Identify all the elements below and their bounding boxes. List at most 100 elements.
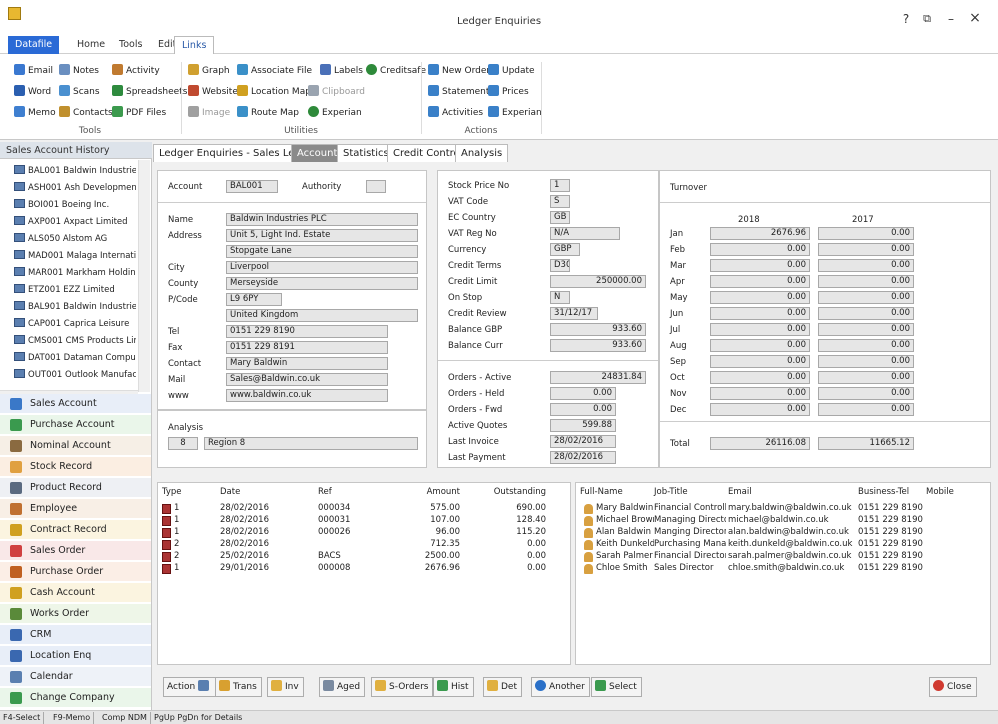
tree-item[interactable]: BAL901 Baldwin Industries - (14, 298, 136, 316)
new-order-button[interactable]: New Order (428, 63, 490, 79)
tree-item[interactable]: CMS001 CMS Products Limite (14, 332, 136, 350)
prices-button[interactable]: Prices (488, 84, 529, 100)
tree-item[interactable]: CAP001 Caprica Leisure (14, 315, 136, 333)
inv-button[interactable]: Inv (267, 677, 304, 697)
tree-vertical-scrollbar[interactable] (138, 160, 150, 392)
location-map-button[interactable]: Location Map (237, 84, 311, 100)
tab-analysis[interactable]: Analysis (455, 144, 509, 162)
nav-item[interactable]: Stock Record (0, 457, 151, 477)
table-row[interactable]: 1 28/02/2016 000026 96.00 115.20 (158, 527, 570, 539)
turnover-value-2018[interactable]: 0.00 (710, 355, 810, 368)
trans-button[interactable]: Trans (215, 677, 262, 697)
turnover-total1[interactable]: 26116.08 (710, 437, 810, 450)
financial-value[interactable]: D30 (550, 259, 570, 272)
restore-icon[interactable]: ⧉ (918, 12, 936, 26)
nav-item[interactable]: Change Company (0, 688, 151, 708)
table-row[interactable]: 2 25/02/2016 BACS 2500.00 0.00 (158, 551, 570, 563)
nav-item[interactable]: CRM (0, 625, 151, 645)
table-row[interactable]: Michael Brown Managing Director michael@ba… (576, 515, 990, 527)
financial-value[interactable]: S (550, 195, 570, 208)
financial-value[interactable]: 31/12/17 (550, 307, 598, 320)
turnover-value-2017[interactable]: 0.00 (818, 291, 914, 304)
table-row[interactable]: 1 28/02/2016 000034 575.00 690.00 (158, 503, 570, 515)
orders-value[interactable]: 0.00 (550, 387, 616, 400)
tree-item[interactable]: ETZ001 EZZ Limited (14, 281, 136, 299)
turnover-value-2017[interactable]: 0.00 (818, 227, 914, 240)
tree-item[interactable]: MAR001 Markham Holdings L (14, 264, 136, 282)
labels-button[interactable]: Labels (320, 63, 363, 79)
turnover-value-2018[interactable]: 0.00 (710, 403, 810, 416)
turnover-value-2017[interactable]: 0.00 (818, 259, 914, 272)
s-orders-button[interactable]: S-Orders (371, 677, 434, 697)
statement-button[interactable]: Statement (428, 84, 489, 100)
help-icon[interactable]: ? (897, 12, 915, 26)
table-row[interactable]: 1 28/02/2016 000031 107.00 128.40 (158, 515, 570, 527)
turnover-value-2018[interactable]: 0.00 (710, 387, 810, 400)
update-button[interactable]: Update (488, 63, 535, 79)
hist-button[interactable]: Hist (433, 677, 474, 697)
account-field[interactable]: BAL001 (226, 180, 278, 193)
tree-item[interactable]: BAL001 Baldwin Industries P (14, 162, 136, 180)
menu-datafile[interactable]: Datafile (8, 36, 60, 54)
address-line2-field[interactable]: Stopgate Lane (226, 245, 418, 258)
creditsafe-button[interactable]: Creditsafe (366, 63, 426, 79)
turnover-value-2018[interactable]: 0.00 (710, 339, 810, 352)
city-field[interactable]: Liverpool (226, 261, 418, 274)
turnover-value-2017[interactable]: 0.00 (818, 387, 914, 400)
route-map-button[interactable]: Route Map (237, 105, 299, 121)
tree-item[interactable]: ALS050 Alstom AG (14, 230, 136, 248)
turnover-value-2018[interactable]: 0.00 (710, 275, 810, 288)
nav-item[interactable]: Cash Account (0, 583, 151, 603)
nav-item[interactable]: Location Enq (0, 646, 151, 666)
nav-item[interactable]: Nominal Account (0, 436, 151, 456)
address-line1-field[interactable]: Unit 5, Light Ind. Estate (226, 229, 418, 242)
nav-item[interactable]: Purchase Account (0, 415, 151, 435)
website-button[interactable]: Website (188, 84, 238, 100)
select-button[interactable]: Select (591, 677, 642, 697)
activity-button[interactable]: Activity (112, 63, 160, 79)
nav-item[interactable]: Sales Account (0, 394, 151, 414)
tree-item[interactable]: MAD001 Malaga Internation (14, 247, 136, 265)
turnover-value-2018[interactable]: 2676.96 (710, 227, 810, 240)
table-row[interactable]: Alan Baldwin Manging Director alan.baldwin… (576, 527, 990, 539)
turnover-value-2018[interactable]: 0.00 (710, 243, 810, 256)
orders-value[interactable]: 28/02/2016 (550, 435, 616, 448)
financial-value[interactable]: 250000.00 (550, 275, 646, 288)
analysis-code-field[interactable]: 8 (168, 437, 198, 450)
tree-item[interactable]: ASH001 Ash Developments L (14, 179, 136, 197)
financial-value[interactable]: GBP (550, 243, 580, 256)
financial-value[interactable]: 933.60 (550, 323, 646, 336)
authority-field[interactable] (366, 180, 386, 193)
table-row[interactable]: Keith DunkeldPurchasing Managerkeith.dun… (576, 539, 990, 551)
financial-value[interactable]: GB (550, 211, 570, 224)
turnover-value-2017[interactable]: 0.00 (818, 307, 914, 320)
turnover-value-2018[interactable]: 0.00 (710, 307, 810, 320)
county-field[interactable]: Merseyside (226, 277, 418, 290)
table-row[interactable]: 2 28/02/2016 712.35 0.00 (158, 539, 570, 551)
table-row[interactable]: Sarah Palmer Financial Director sarah.palm… (576, 551, 990, 563)
table-row[interactable]: Chloe Smith Sales Director chloe.smith@bal… (576, 563, 990, 575)
turnover-value-2018[interactable]: 0.00 (710, 371, 810, 384)
fax-field[interactable]: 0151 229 8191 (226, 341, 388, 354)
orders-value[interactable]: 24831.84 (550, 371, 646, 384)
tel-field[interactable]: 0151 229 8190 (226, 325, 388, 338)
nav-item[interactable]: Employee (0, 499, 151, 519)
pdf-files-button[interactable]: PDF Files (112, 105, 166, 121)
nav-item[interactable]: Calendar (0, 667, 151, 687)
turnover-value-2017[interactable]: 0.00 (818, 371, 914, 384)
activities-button[interactable]: Activities (428, 105, 483, 121)
clipboard-button[interactable]: Clipboard (308, 84, 365, 100)
postcode-field[interactable]: L9 6PY (226, 293, 282, 306)
tree-item[interactable]: BOI001 Boeing Inc. (14, 196, 136, 214)
menu-tools[interactable]: Tools (112, 36, 149, 54)
financial-value[interactable]: 1 (550, 179, 570, 192)
turnover-value-2018[interactable]: 0.00 (710, 323, 810, 336)
det-button[interactable]: Det (483, 677, 522, 697)
aged-button[interactable]: Aged (319, 677, 366, 697)
turnover-value-2017[interactable]: 0.00 (818, 355, 914, 368)
orders-value[interactable]: 0.00 (550, 403, 616, 416)
orders-value[interactable]: 599.88 (550, 419, 616, 432)
nav-item[interactable]: Sales Order (0, 541, 151, 561)
turnover-value-2018[interactable]: 0.00 (710, 259, 810, 272)
experian-action-button[interactable]: Experian (488, 105, 542, 121)
